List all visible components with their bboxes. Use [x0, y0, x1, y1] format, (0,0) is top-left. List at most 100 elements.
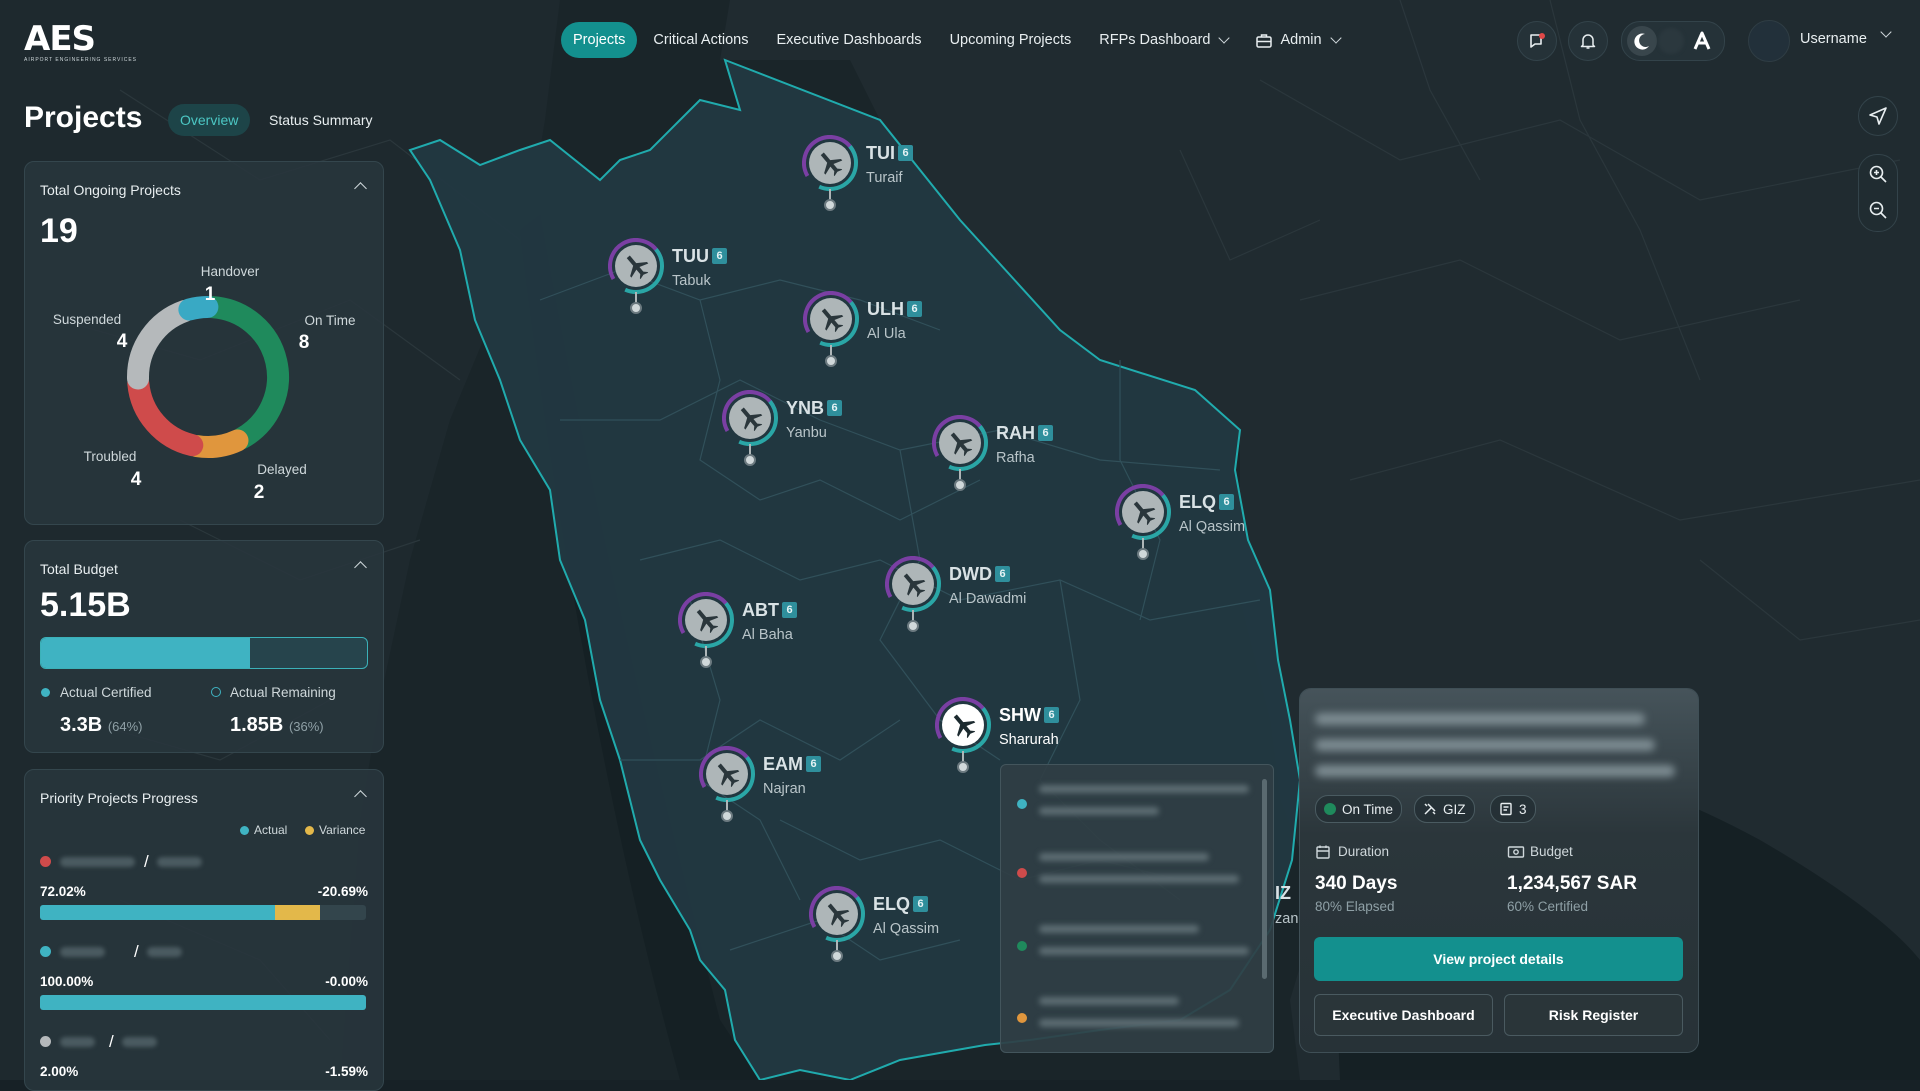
zoom-out-button[interactable] [1859, 191, 1897, 229]
tab-overview[interactable]: Overview [168, 104, 251, 136]
airport-pin-icon [722, 390, 778, 466]
donut-value-delayed: 2 [253, 482, 265, 503]
marker-count-badge: 6 [782, 602, 797, 618]
list-item-blurred[interactable] [1039, 925, 1199, 933]
project-variance-percent: -0.00% [325, 974, 368, 989]
ongoing-projects-card: Total Ongoing Projects 19 Handover 1 Sus… [24, 161, 384, 525]
marker-code-text: EAM [763, 754, 803, 774]
list-item-blurred[interactable] [1039, 785, 1249, 793]
moon-icon [1634, 33, 1649, 50]
certified-legend-dot [41, 688, 50, 697]
project-code-blurred [122, 1037, 157, 1047]
marker-count-badge: 6 [913, 896, 929, 912]
status-donut-chart [127, 296, 289, 458]
username[interactable]: Username [1800, 31, 1867, 47]
chat-button[interactable] [1517, 21, 1557, 61]
tab-status-summary[interactable]: Status Summary [257, 104, 384, 136]
marker-city: Al Dawadmi [949, 591, 1027, 607]
page-title: Projects [24, 101, 143, 134]
card-title: Total Budget [40, 561, 118, 577]
card-title: Priority Projects Progress [40, 790, 198, 806]
marker-code-text: ABT [742, 600, 779, 620]
executive-dashboard-button[interactable]: Executive Dashboard [1314, 994, 1493, 1036]
marker-city: Al Ula [867, 326, 906, 342]
aes-logo[interactable]: AES AIRPORT ENGINEERING SERVICES [24, 22, 137, 63]
donut-value-troubled: 4 [130, 469, 142, 490]
marker-city: Tabuk [672, 273, 711, 289]
airport-projects-list[interactable] [1000, 764, 1274, 1053]
budget-certified: 60% Certified [1507, 899, 1589, 914]
duration-elapsed: 80% Elapsed [1315, 899, 1395, 914]
donut-label-handover: Handover [200, 264, 260, 279]
project-title-blurred [1315, 713, 1645, 725]
list-scrollbar[interactable] [1262, 779, 1267, 979]
nav-admin[interactable]: Admin [1244, 22, 1351, 58]
airport-pin-icon [1115, 484, 1171, 560]
airport-pin-icon [608, 238, 664, 314]
logo-subtitle: AIRPORT ENGINEERING SERVICES [24, 57, 138, 63]
marker-code: TUU 6 [672, 246, 727, 267]
donut-segment-handover[interactable] [178, 296, 219, 321]
ongoing-total: 19 [40, 212, 78, 250]
marker-code-text: TUU [672, 246, 709, 266]
nav-projects[interactable]: Projects [561, 22, 638, 58]
project-status-dot [40, 856, 51, 867]
actual-legend-label: Actual [254, 823, 288, 837]
duration-value: 340 Days [1315, 873, 1398, 894]
donut-segment-suspended[interactable] [127, 299, 196, 390]
list-item-blurred[interactable] [1039, 997, 1179, 1005]
project-detail-card: On Time GIZ 3 Duration 340 Days 80% Elap… [1299, 688, 1699, 1053]
budget-progress-bar [40, 637, 368, 669]
marker-count-badge: 6 [1044, 707, 1059, 723]
marker-code: YNB 6 [786, 398, 843, 419]
nav-rfps-dashboard[interactable]: RFPs Dashboard [1087, 22, 1240, 58]
theme-toggle[interactable] [1621, 21, 1725, 61]
notifications-button[interactable] [1568, 21, 1608, 61]
nav-upcoming-projects[interactable]: Upcoming Projects [938, 22, 1084, 58]
zoom-in-button[interactable] [1859, 155, 1897, 193]
list-item-status-dot [1017, 799, 1027, 809]
marker-city: Rafha [996, 450, 1035, 466]
donut-segment-on-time[interactable] [201, 296, 289, 450]
marker-code-text: TUI [866, 143, 895, 163]
list-item-blurred[interactable] [1039, 853, 1209, 861]
chevron-up-icon[interactable] [354, 182, 367, 195]
priority-projects-card: Priority Projects Progress Actual Varian… [24, 769, 384, 1091]
light-mode-option[interactable] [1658, 28, 1684, 54]
project-title-blurred [1315, 739, 1655, 751]
chevron-up-icon[interactable] [354, 561, 367, 574]
dark-mode-option[interactable] [1627, 26, 1657, 56]
chevron-down-icon [1218, 31, 1231, 44]
avatar[interactable] [1748, 20, 1790, 62]
airport-pin-icon [802, 135, 858, 211]
project-name-blurred [60, 857, 135, 867]
project-variance-percent: -20.69% [317, 884, 368, 899]
locate-button[interactable] [1858, 96, 1898, 136]
partner-badge: GIZ [1414, 795, 1475, 823]
view-project-details-button[interactable]: View project details [1314, 937, 1683, 981]
marker-code-text: ULH [867, 299, 904, 319]
project-separator: / [109, 1032, 114, 1051]
remaining-amount: 1.85B [230, 714, 284, 736]
chevron-up-icon[interactable] [354, 790, 367, 803]
project-name-blurred [60, 947, 105, 957]
zoom-out-icon [1869, 201, 1887, 219]
project-variance-percent: -1.59% [325, 1064, 368, 1079]
actual-legend-dot [240, 826, 249, 835]
airport-pin-icon [678, 592, 734, 668]
project-title-blurred [1315, 765, 1675, 777]
nav-critical-actions-label: Critical Actions [653, 32, 749, 48]
nav-critical-actions[interactable]: Critical Actions [641, 22, 760, 58]
chevron-down-icon[interactable] [1880, 26, 1892, 38]
list-item-status-dot [1017, 941, 1027, 951]
airport-pin-icon [803, 291, 859, 367]
list-item-blurred [1039, 947, 1249, 955]
project-progress-bar [40, 905, 366, 920]
donut-segment-troubled[interactable] [127, 372, 204, 457]
marker-count-badge: 6 [898, 145, 913, 161]
nav-executive-dashboards[interactable]: Executive Dashboards [764, 22, 933, 58]
remaining-percent: (36%) [288, 719, 324, 734]
certified-legend-label: Actual Certified [60, 685, 152, 700]
font-size-icon[interactable] [1692, 31, 1712, 51]
risk-register-button[interactable]: Risk Register [1504, 994, 1683, 1036]
